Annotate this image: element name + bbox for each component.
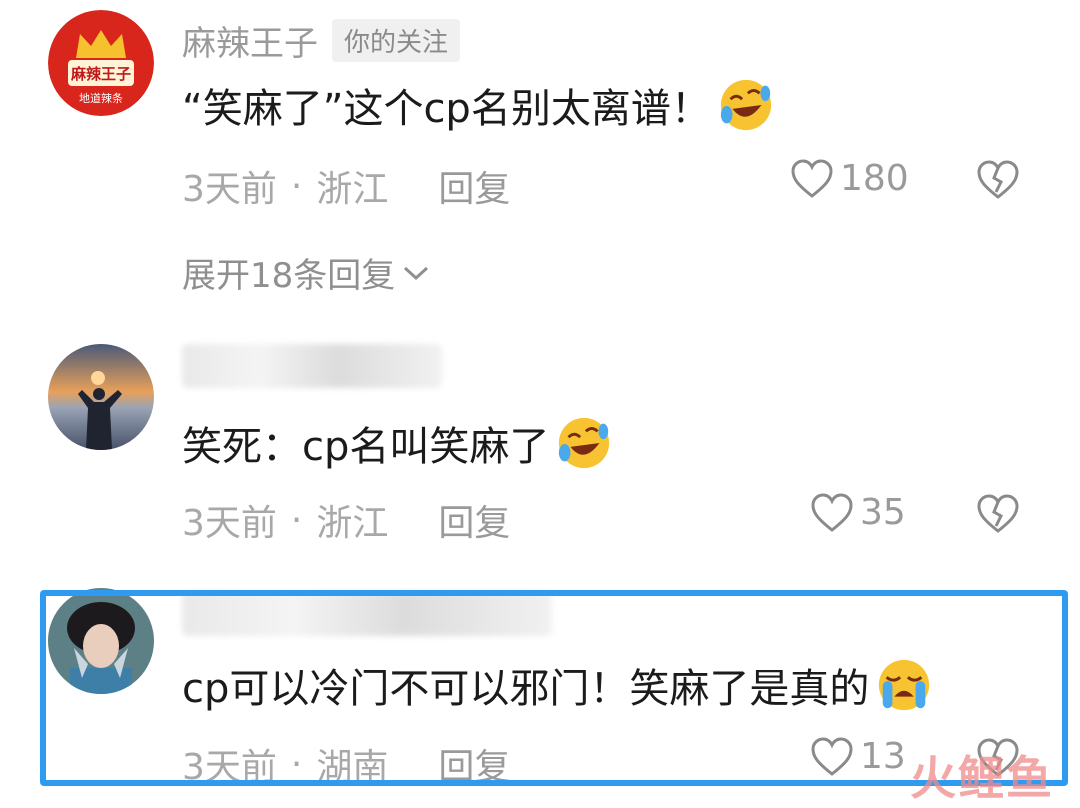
comment-text-row: cp可以冷门不可以邪门！笑麻了是真的 bbox=[182, 656, 933, 714]
reply-button[interactable]: 回复 bbox=[438, 738, 510, 790]
brand-logo-avatar: 麻辣王子 地道辣条 bbox=[48, 10, 154, 116]
username[interactable]: 麻辣王子 bbox=[182, 16, 318, 65]
chevron-down-icon bbox=[404, 266, 429, 280]
heart-icon bbox=[791, 158, 833, 198]
like-count: 180 bbox=[840, 158, 909, 199]
comment-text-row: “笑麻了”这个cp名别太离谱！ bbox=[182, 76, 775, 134]
comment-text-row: 笑死：cp名叫笑麻了 bbox=[182, 414, 613, 472]
avatar[interactable]: 麻辣王子 地道辣条 bbox=[48, 10, 154, 116]
comment-header bbox=[182, 592, 552, 636]
heart-icon bbox=[811, 736, 853, 776]
meta-separator: · bbox=[290, 165, 303, 207]
laughing-crying-emoji-icon bbox=[559, 417, 610, 469]
comment-text: cp可以冷门不可以邪门！笑麻了是真的 bbox=[182, 666, 870, 712]
comment-time: 3天前 bbox=[182, 747, 277, 788]
like-count: 13 bbox=[860, 736, 906, 777]
avatar-brand-subtext: 地道辣条 bbox=[79, 91, 123, 105]
like-button[interactable]: 180 bbox=[790, 158, 909, 199]
comment-meta: 3天前 · 浙江 回复 bbox=[182, 494, 510, 546]
blurred-username[interactable] bbox=[182, 344, 442, 388]
reply-button[interactable]: 回复 bbox=[438, 494, 510, 546]
sunset-avatar-image bbox=[48, 344, 154, 450]
meta-separator: · bbox=[290, 743, 303, 785]
comment-meta: 3天前 · 浙江 回复 bbox=[182, 160, 510, 212]
follow-badge: 你的关注 bbox=[332, 19, 461, 62]
comment-header bbox=[182, 344, 442, 388]
like-count: 35 bbox=[860, 492, 906, 533]
comment-location: 湖南 bbox=[316, 747, 389, 788]
comment-meta: 3天前 · 湖南 回复 bbox=[182, 738, 510, 790]
expand-replies-button[interactable]: 展开18条回复 bbox=[182, 248, 431, 297]
like-button[interactable]: 13 bbox=[810, 736, 906, 777]
reply-button[interactable]: 回复 bbox=[438, 160, 510, 212]
avatar[interactable] bbox=[48, 344, 154, 450]
comment-location: 浙江 bbox=[316, 503, 389, 544]
dislike-button[interactable] bbox=[976, 160, 1020, 204]
watermark-logo: 火鲤鱼 bbox=[910, 751, 1054, 805]
comment-location: 浙江 bbox=[316, 169, 389, 210]
comment-text: 笑死：cp名叫笑麻了 bbox=[182, 424, 550, 470]
like-button[interactable]: 35 bbox=[810, 492, 906, 533]
loudly-crying-emoji-icon bbox=[879, 659, 930, 711]
blurred-username[interactable] bbox=[182, 592, 552, 636]
heart-icon bbox=[811, 492, 853, 532]
expand-replies-label: 展开18条回复 bbox=[182, 256, 396, 296]
avatar-brand-text: 麻辣王子 bbox=[70, 65, 131, 83]
comment-time: 3天前 bbox=[182, 503, 277, 544]
broken-heart-icon bbox=[977, 160, 1019, 199]
comment-header: 麻辣王子 你的关注 bbox=[182, 16, 461, 65]
dislike-button[interactable] bbox=[976, 494, 1020, 538]
meta-separator: · bbox=[290, 499, 303, 541]
portrait-avatar-image bbox=[48, 588, 154, 694]
broken-heart-icon bbox=[977, 494, 1019, 533]
laughing-crying-emoji-icon bbox=[720, 79, 771, 131]
comment-time: 3天前 bbox=[182, 169, 277, 210]
comment-text: “笑麻了”这个cp名别太离谱！ bbox=[182, 86, 711, 132]
avatar[interactable] bbox=[48, 588, 154, 694]
